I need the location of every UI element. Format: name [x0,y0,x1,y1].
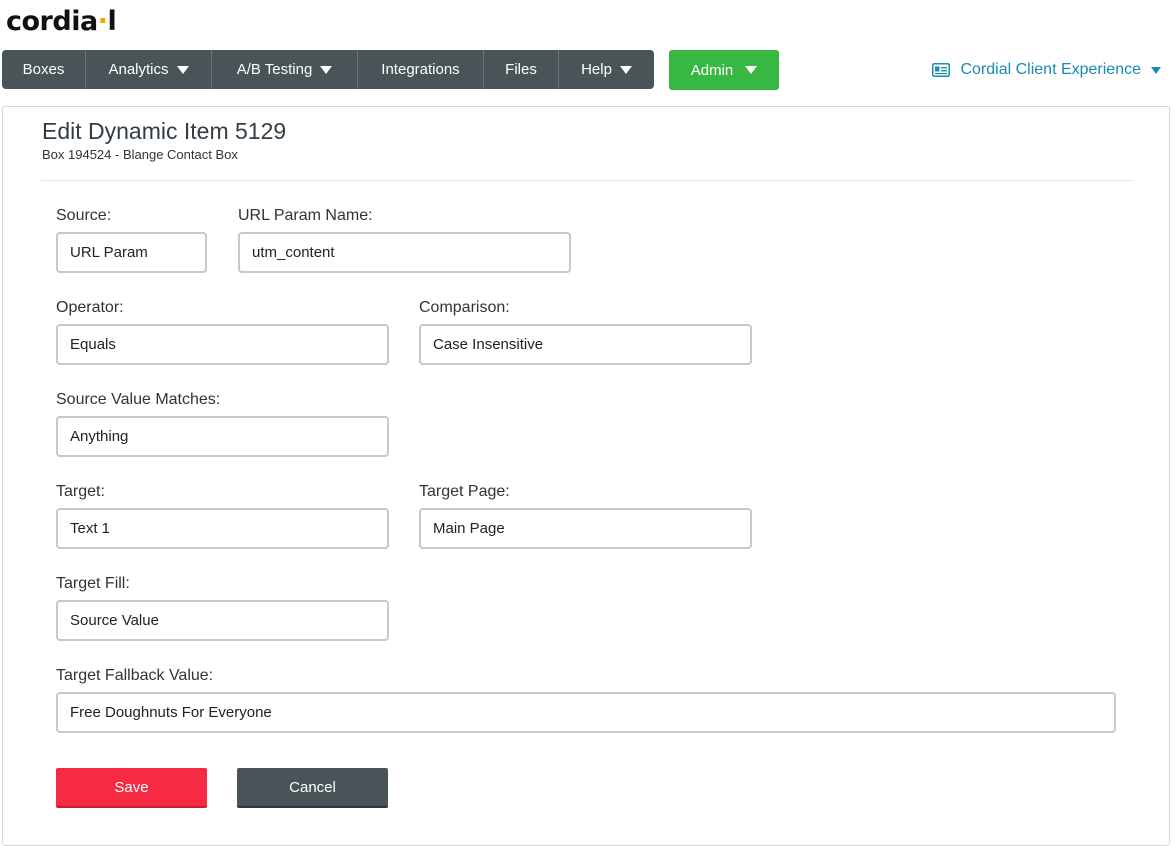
chevron-down-icon [1151,66,1161,74]
url-param-name-input[interactable]: utm_content [238,232,571,273]
page-title: Edit Dynamic Item 5129 [42,118,287,144]
comparison-select[interactable]: Case Insensitive [419,324,752,365]
logo-text: cordia [6,6,98,37]
operator-label: Operator: [56,299,124,316]
chevron-down-icon [320,65,333,74]
logo-accent: · [97,6,108,37]
edit-panel: Edit Dynamic Item 5129 Box 194524 - Blan… [2,106,1170,846]
cordial-logo[interactable]: cordia·l [6,6,117,37]
nav-files[interactable]: Files [484,50,559,89]
target-page-select[interactable]: Main Page [419,508,752,549]
page-subtitle: Box 194524 - Blange Contact Box [42,147,238,162]
nav-files-label: Files [505,61,537,78]
main-nav: Boxes Analytics A/B Testing Integrations… [2,50,654,89]
nav-ab-testing[interactable]: A/B Testing [212,50,358,89]
logo-text-end: l [107,6,117,37]
operator-select[interactable]: Equals [56,324,389,365]
client-account-menu[interactable]: Cordial Client Experience [932,61,1161,79]
chevron-down-icon [176,65,189,74]
admin-menu-button[interactable]: Admin [669,50,779,90]
cancel-button-label: Cancel [289,778,336,796]
nav-integrations[interactable]: Integrations [358,50,484,89]
target-fill-label: Target Fill: [56,575,130,592]
nav-analytics[interactable]: Analytics [86,50,212,89]
target-fallback-value-label: Target Fallback Value: [56,667,214,684]
divider [41,180,1133,181]
chevron-down-icon [619,65,632,74]
save-button[interactable]: Save [56,768,207,808]
client-name: Cordial Client Experience [960,61,1141,78]
nav-ab-testing-label: A/B Testing [236,61,313,78]
cancel-button[interactable]: Cancel [237,768,388,808]
admin-label: Admin [690,61,734,79]
nav-help[interactable]: Help [559,50,654,89]
nav-help-label: Help [581,61,612,78]
target-label: Target: [56,483,105,500]
source-label: Source: [56,207,112,224]
chevron-down-icon [745,66,758,74]
target-fallback-value-input[interactable]: Free Doughnuts For Everyone [56,692,1116,733]
save-button-label: Save [114,778,149,796]
url-param-name-label: URL Param Name: [238,207,373,224]
comparison-label: Comparison: [419,299,510,316]
nav-analytics-label: Analytics [108,61,169,78]
target-select[interactable]: Text 1 [56,508,389,549]
contact-card-icon [932,63,951,77]
nav-boxes-label: Boxes [22,61,65,78]
source-select[interactable]: URL Param [56,232,207,273]
nav-boxes[interactable]: Boxes [2,50,86,89]
source-value-matches-label: Source Value Matches: [56,391,221,408]
source-value-matches-select[interactable]: Anything [56,416,389,457]
target-page-label: Target Page: [419,483,510,500]
nav-integrations-label: Integrations [381,61,460,78]
target-fill-select[interactable]: Source Value [56,600,389,641]
